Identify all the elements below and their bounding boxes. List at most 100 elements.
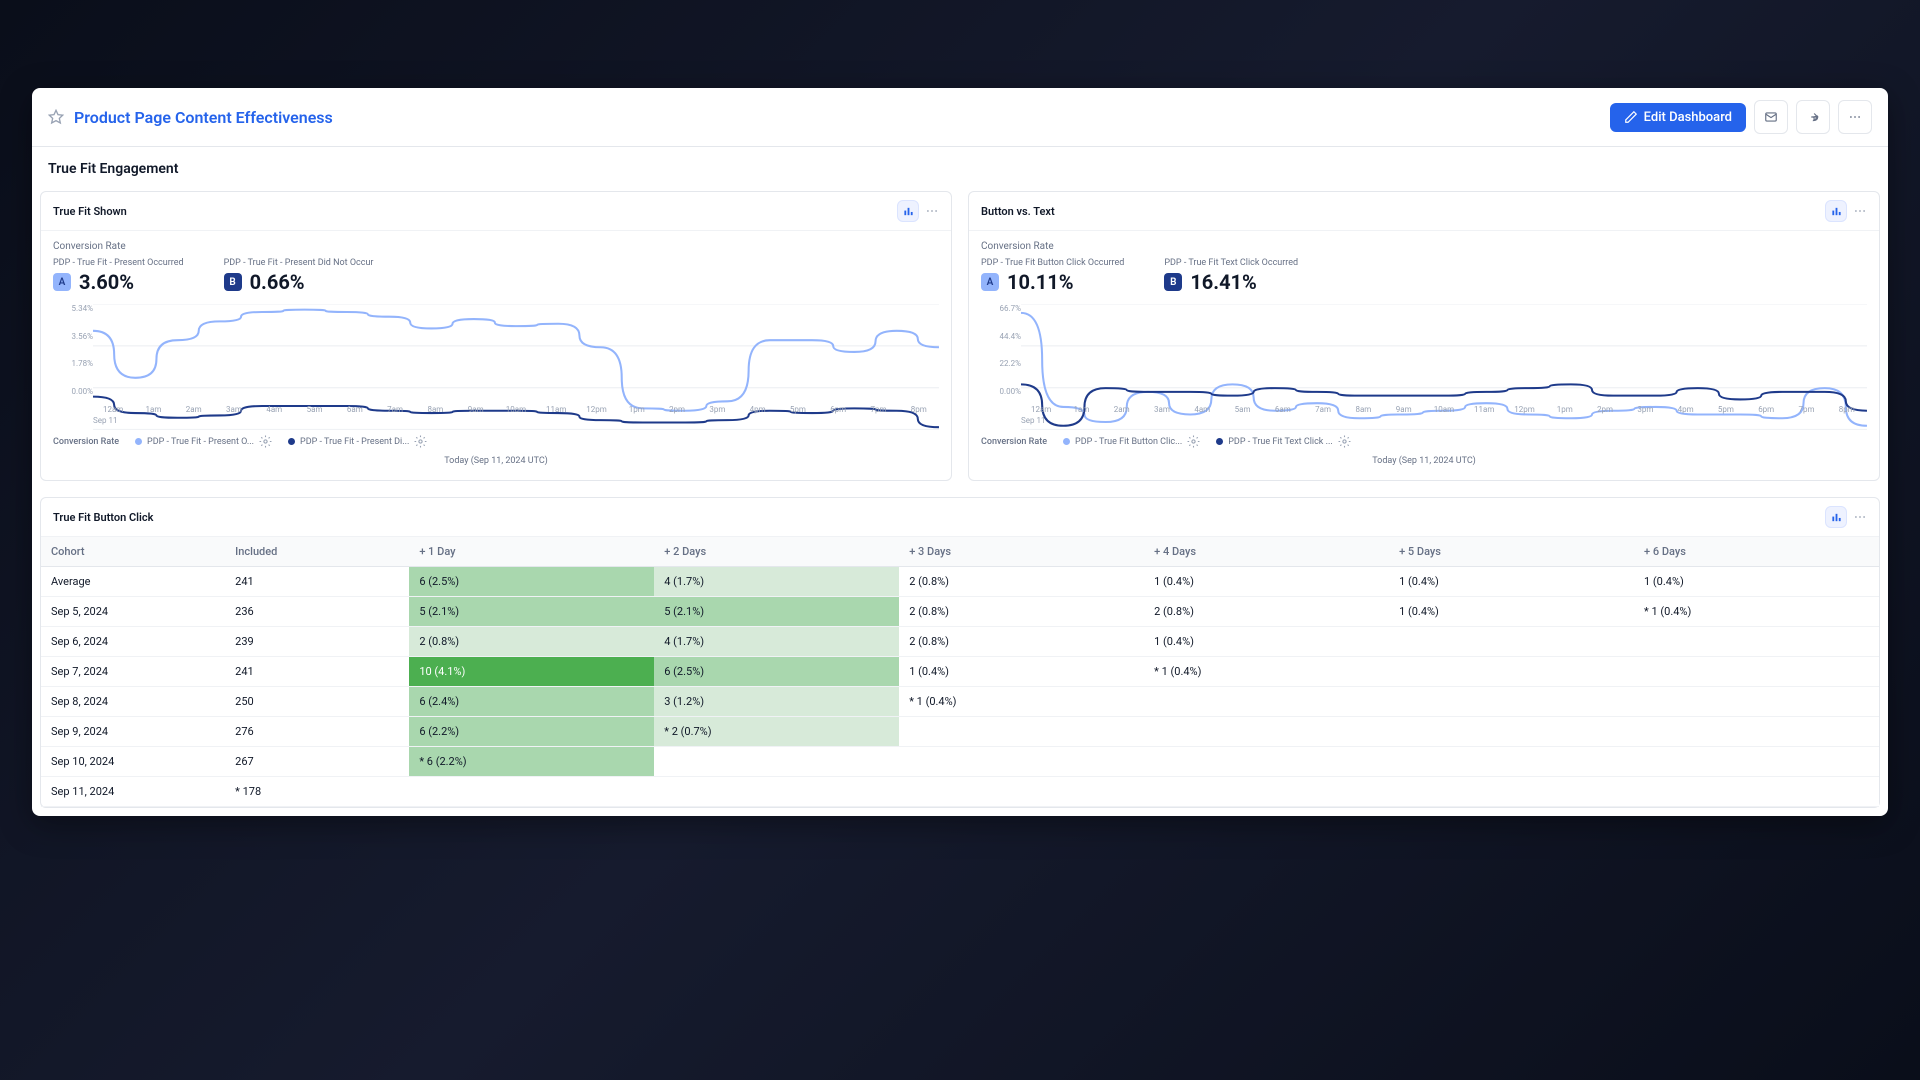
legend-item-b[interactable]: PDP - True Fit Text Click ... xyxy=(1216,435,1350,448)
included-cell: 267 xyxy=(225,747,409,777)
table-header[interactable]: + 1 Day xyxy=(409,537,654,567)
legend-label: Conversion Rate xyxy=(981,437,1047,447)
cohort-value-cell xyxy=(1634,717,1879,747)
included-cell: 236 xyxy=(225,597,409,627)
more-icon[interactable] xyxy=(1853,510,1867,524)
table-header[interactable]: + 3 Days xyxy=(899,537,1144,567)
chart-type-button[interactable] xyxy=(1825,506,1847,528)
metric-a-value: 10.11% xyxy=(1007,270,1073,294)
cohort-value-cell: 2 (0.8%) xyxy=(409,627,654,657)
chart-2: 66.7%44.4%22.2%0.00% 12am1am2am3am4am5am… xyxy=(981,304,1867,414)
metric-a-value: 3.60% xyxy=(79,270,134,294)
legend-dot-b xyxy=(288,438,295,445)
settings-icon[interactable] xyxy=(414,435,427,448)
cohort-value-cell: 10 (4.1%) xyxy=(409,657,654,687)
badge-b: B xyxy=(1164,273,1182,291)
included-cell: 250 xyxy=(225,687,409,717)
cohort-value-cell xyxy=(1144,777,1389,807)
panel-cohort-table: True Fit Button Click CohortIncluded+ 1 … xyxy=(40,497,1880,808)
panel-header: True Fit Button Click xyxy=(41,498,1879,537)
metric-b-label: PDP - True Fit - Present Did Not Occur xyxy=(224,258,374,268)
table-header[interactable]: + 2 Days xyxy=(654,537,899,567)
cohort-value-cell xyxy=(899,717,1144,747)
table-header-row: CohortIncluded+ 1 Day+ 2 Days+ 3 Days+ 4… xyxy=(41,537,1879,567)
cohort-value-cell xyxy=(1389,687,1634,717)
metric-b-value: 0.66% xyxy=(250,270,305,294)
cohort-cell: Sep 6, 2024 xyxy=(41,627,225,657)
more-icon[interactable] xyxy=(1853,204,1867,218)
cohort-value-cell: 5 (2.1%) xyxy=(409,597,654,627)
settings-icon[interactable] xyxy=(259,435,272,448)
table-header[interactable]: Cohort xyxy=(41,537,225,567)
metric-series-b: PDP - True Fit - Present Did Not Occur B… xyxy=(224,258,374,294)
share-button[interactable] xyxy=(1796,100,1830,134)
cohort-value-cell: * 6 (2.2%) xyxy=(409,747,654,777)
cohort-value-cell xyxy=(1634,627,1879,657)
bar-chart-icon xyxy=(1831,512,1842,523)
included-cell: * 178 xyxy=(225,777,409,807)
dashboard-app: Product Page Content Effectiveness Edit … xyxy=(32,88,1888,816)
cohort-value-cell: 4 (1.7%) xyxy=(654,627,899,657)
table-header[interactable]: + 5 Days xyxy=(1389,537,1634,567)
cohort-value-cell: 1 (0.4%) xyxy=(1634,567,1879,597)
table-header[interactable]: + 4 Days xyxy=(1144,537,1389,567)
legend-item-a[interactable]: PDP - True Fit - Present O... xyxy=(135,435,272,448)
cohort-table: CohortIncluded+ 1 Day+ 2 Days+ 3 Days+ 4… xyxy=(41,537,1879,807)
cohort-cell: Sep 5, 2024 xyxy=(41,597,225,627)
cohort-value-cell: 1 (0.4%) xyxy=(899,657,1144,687)
included-cell: 239 xyxy=(225,627,409,657)
page-title: Product Page Content Effectiveness xyxy=(74,108,333,127)
cohort-value-cell xyxy=(1144,717,1389,747)
cohort-value-cell xyxy=(1389,777,1634,807)
chart-1: 5.34%3.56%1.78%0.00% 12am1am2am3am4am5am… xyxy=(53,304,939,414)
cohort-cell: Sep 8, 2024 xyxy=(41,687,225,717)
cohort-value-cell xyxy=(1634,687,1879,717)
legend-item-a[interactable]: PDP - True Fit Button Clic... xyxy=(1063,435,1200,448)
cohort-value-cell: 6 (2.5%) xyxy=(409,567,654,597)
chart-type-button[interactable] xyxy=(897,200,919,222)
cohort-value-cell xyxy=(899,777,1144,807)
panel-true-fit-shown: True Fit Shown Conversion Rate PDP - Tru… xyxy=(40,191,952,481)
star-icon[interactable] xyxy=(48,109,64,125)
more-button[interactable] xyxy=(1838,100,1872,134)
table-header[interactable]: + 6 Days xyxy=(1634,537,1879,567)
panel-title: True Fit Button Click xyxy=(53,511,153,524)
cohort-value-cell xyxy=(1389,657,1634,687)
cohort-value-cell xyxy=(899,747,1144,777)
table-row: Sep 5, 20242365 (2.1%)5 (2.1%)2 (0.8%)2 … xyxy=(41,597,1879,627)
cohort-value-cell: 2 (0.8%) xyxy=(899,597,1144,627)
included-cell: 241 xyxy=(225,567,409,597)
table-header[interactable]: Included xyxy=(225,537,409,567)
panel-header: True Fit Shown xyxy=(41,192,951,231)
top-bar: Product Page Content Effectiveness Edit … xyxy=(32,88,1888,147)
mail-button[interactable] xyxy=(1754,100,1788,134)
cohort-value-cell xyxy=(1144,747,1389,777)
table-body: Average2416 (2.5%)4 (1.7%)2 (0.8%)1 (0.4… xyxy=(41,567,1879,807)
cohort-value-cell xyxy=(1389,717,1634,747)
more-icon[interactable] xyxy=(925,204,939,218)
cohort-cell: Average xyxy=(41,567,225,597)
cohort-value-cell xyxy=(1634,777,1879,807)
cohort-value-cell: 4 (1.7%) xyxy=(654,567,899,597)
table-row: Sep 6, 20242392 (0.8%)4 (1.7%)2 (0.8%)1 … xyxy=(41,627,1879,657)
chart-type-button[interactable] xyxy=(1825,200,1847,222)
cohort-cell: Sep 9, 2024 xyxy=(41,717,225,747)
settings-icon[interactable] xyxy=(1187,435,1200,448)
top-bar-right: Edit Dashboard xyxy=(1610,100,1872,134)
legend-item-b[interactable]: PDP - True Fit - Present Di... xyxy=(288,435,427,448)
cohort-value-cell: 6 (2.5%) xyxy=(654,657,899,687)
settings-icon[interactable] xyxy=(1338,435,1351,448)
chart-legend: Conversion Rate PDP - True Fit - Present… xyxy=(53,435,939,448)
cohort-value-cell: 1 (0.4%) xyxy=(1144,627,1389,657)
mail-icon xyxy=(1764,110,1778,124)
cohort-value-cell: 6 (2.4%) xyxy=(409,687,654,717)
included-cell: 241 xyxy=(225,657,409,687)
cohort-value-cell: 2 (0.8%) xyxy=(899,567,1144,597)
metric-series-a: PDP - True Fit - Present Occurred A 3.60… xyxy=(53,258,184,294)
cohort-value-cell xyxy=(1144,687,1389,717)
cohort-value-cell xyxy=(1389,747,1634,777)
cohort-cell: Sep 10, 2024 xyxy=(41,747,225,777)
badge-a: A xyxy=(981,273,999,291)
edit-dashboard-button[interactable]: Edit Dashboard xyxy=(1610,103,1746,132)
metric-series-b: PDP - True Fit Text Click Occurred B 16.… xyxy=(1164,258,1298,294)
